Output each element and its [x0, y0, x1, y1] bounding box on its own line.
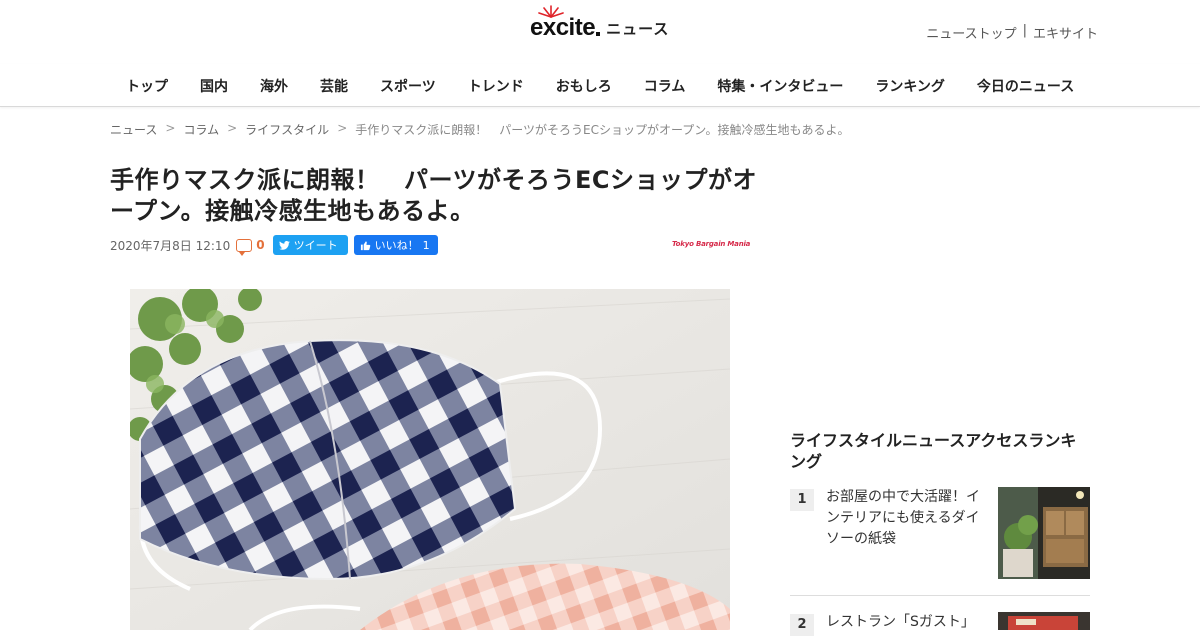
- like-count: 1: [422, 238, 430, 252]
- restaurant-photo: [998, 612, 1090, 630]
- comment-icon[interactable]: [236, 238, 253, 256]
- nav-item-funny[interactable]: おもしろ: [540, 76, 628, 96]
- ranking-item-title[interactable]: お部屋の中で大活躍！インテリアにも使えるダイソーの紙袋: [826, 487, 986, 550]
- like-label: いいね！: [374, 239, 419, 252]
- breadcrumb-news[interactable]: ニュース: [110, 121, 157, 138]
- article-hero-image: [130, 289, 730, 630]
- masks-photo: [130, 289, 730, 630]
- facebook-like-button[interactable]: いいね！ 1: [353, 235, 438, 255]
- excite-logo-mark: excite: [530, 5, 601, 42]
- logo-news-text: ニュース: [606, 19, 670, 38]
- ranking-divider: [790, 595, 1090, 596]
- ranking-thumbnail[interactable]: [998, 487, 1090, 579]
- rank-number: 2: [790, 614, 814, 636]
- news-top-link[interactable]: ニューストップ: [926, 23, 1016, 42]
- breadcrumb-lifestyle[interactable]: ライフスタイル: [245, 121, 329, 138]
- excite-link[interactable]: エキサイト: [1033, 23, 1098, 42]
- comment-count[interactable]: 0: [256, 238, 264, 252]
- nav-item-sports[interactable]: スポーツ: [364, 76, 452, 96]
- breadcrumb-current: 手作りマスク派に朗報！ パーツがそろうECショップがオープン。接触冷感生地もある…: [355, 123, 850, 137]
- nav-item-column[interactable]: コラム: [628, 76, 702, 96]
- nav-item-domestic[interactable]: 国内: [184, 76, 244, 96]
- site-header: excite ニュース ニューストップ | エキサイト: [0, 0, 1200, 64]
- ranking-thumbnail[interactable]: [998, 612, 1090, 630]
- breadcrumb-separator: >: [227, 121, 238, 135]
- breadcrumb-separator: >: [165, 121, 176, 135]
- tweet-label: ツイート: [293, 239, 338, 252]
- article-meta: 2020年7月8日 12:10 0 ツイート いいね！ 1: [110, 235, 438, 256]
- article-title: 手作りマスク派に朗報！ パーツがそろうECショップがオープン。接触冷感生地もある…: [110, 166, 758, 225]
- nav-item-world[interactable]: 海外: [244, 76, 304, 96]
- excite-news-logo[interactable]: excite ニュース: [530, 5, 670, 44]
- tweet-button[interactable]: ツイート: [272, 235, 348, 255]
- breadcrumb: ニュース > コラム > ライフスタイル > 手作りマスク派に朗報！ パーツがそ…: [110, 121, 850, 138]
- thumbs-up-icon: [360, 240, 370, 250]
- rank-number: 1: [790, 489, 814, 511]
- nav-item-trend[interactable]: トレンド: [452, 76, 540, 96]
- burst-icon: [538, 5, 564, 18]
- interior-photo: [998, 487, 1090, 579]
- breadcrumb-column[interactable]: コラム: [183, 121, 219, 138]
- header-links: ニューストップ | エキサイト: [926, 23, 1098, 42]
- twitter-bird-icon: [278, 240, 290, 250]
- article-date: 2020年7月8日 12:10: [110, 238, 231, 253]
- ranking-title: ライフスタイルニュースアクセスランキング: [790, 431, 1077, 471]
- header-link-separator: |: [1022, 23, 1027, 38]
- breadcrumb-separator: >: [337, 121, 348, 135]
- nav-item-ranking[interactable]: ランキング: [859, 76, 961, 96]
- source-logo[interactable]: Tokyo Bargain Mania: [672, 240, 750, 248]
- nav-item-top[interactable]: トップ: [110, 76, 184, 96]
- nav-item-features[interactable]: 特集・インタビュー: [701, 76, 859, 96]
- nav-item-today[interactable]: 今日のニュース: [961, 76, 1090, 96]
- nav-item-entertainment[interactable]: 芸能: [304, 76, 364, 96]
- main-nav: トップ 国内 海外 芸能 スポーツ トレンド おもしろ コラム 特集・インタビュ…: [0, 64, 1200, 107]
